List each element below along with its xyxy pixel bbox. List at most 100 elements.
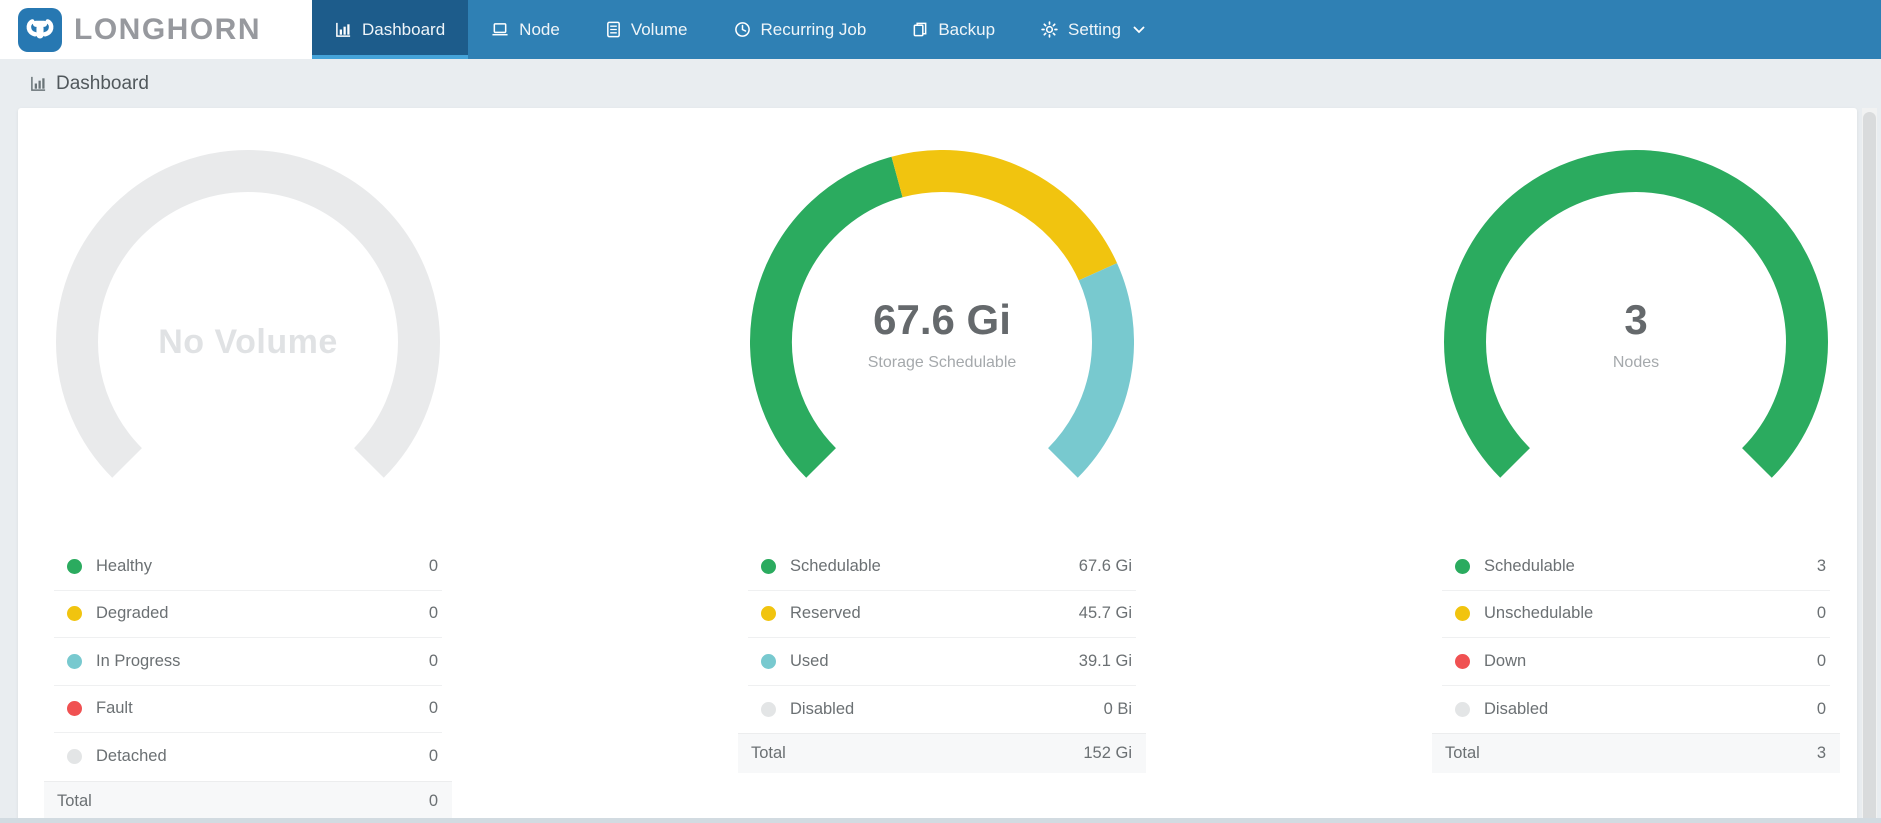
legend-dot-yellow xyxy=(1455,606,1470,622)
legend-label: Reserved xyxy=(790,604,861,623)
legend-dot-yellow xyxy=(67,606,82,622)
legend-value: 0 xyxy=(428,556,438,575)
legend-label: Schedulable xyxy=(790,556,881,575)
legend-dot-red xyxy=(1455,653,1470,669)
nav-item-label: Setting xyxy=(1068,19,1121,39)
legend-row-down: Down 0 xyxy=(1442,638,1830,686)
dashboard-main: No Volume Healthy 0 Degraded 0 In Progress 0 Fa… xyxy=(0,108,1881,823)
volume-gauge: No Volume xyxy=(56,150,440,534)
dashboard-card: No Volume Healthy 0 Degraded 0 In Progress 0 Fa… xyxy=(18,108,1857,823)
legend-label: Schedulable xyxy=(1484,556,1575,575)
legend-value: 0 xyxy=(428,604,438,623)
legend-label: Disabled xyxy=(790,699,855,718)
legend-value: 0 xyxy=(428,699,438,718)
legend-dot-green xyxy=(67,558,82,574)
bar-chart-icon xyxy=(30,75,47,92)
gauge-value: 3 xyxy=(1624,296,1648,343)
nav-item-volume[interactable]: Volume xyxy=(583,0,711,59)
legend-row-used: Used 39.1 Gi xyxy=(748,638,1136,686)
nodes-gauge: 3 Nodes xyxy=(1444,150,1828,534)
main-nav: Dashboard Node Volume Recurring Job Backup Se… xyxy=(312,0,1881,59)
legend-dot-teal xyxy=(67,653,82,669)
legend-label: Degraded xyxy=(96,604,169,623)
nav-item-label: Recurring Job xyxy=(760,19,867,39)
legend-row-disabled: Disabled 0 Bi xyxy=(748,686,1136,734)
total-label: Total xyxy=(57,791,92,810)
legend-row-in-progress: In Progress 0 xyxy=(54,638,442,686)
nodes-chart-column: 3 Nodes Schedulable 3 Unschedulable 0 Down 0 Dis… xyxy=(1432,150,1840,823)
volume-legend: Healthy 0 Degraded 0 In Progress 0 Fault 0 Detac… xyxy=(44,543,452,821)
legend-label: Down xyxy=(1484,651,1527,670)
legend-dot-gray xyxy=(761,701,776,717)
legend-row-disabled: Disabled 0 xyxy=(1442,686,1830,734)
laptop-icon xyxy=(491,21,509,38)
longhorn-logo[interactable]: LONGHORN xyxy=(0,0,312,59)
total-value: 0 xyxy=(428,791,438,810)
bar-chart-icon xyxy=(335,21,352,38)
server-icon xyxy=(606,21,621,38)
copy-icon xyxy=(912,21,928,38)
legend-dot-gray xyxy=(67,749,82,765)
legend-label: Used xyxy=(790,651,829,670)
legend-row-fault: Fault 0 xyxy=(54,686,442,733)
legend-dot-green xyxy=(761,558,776,574)
nav-item-recurring-job[interactable]: Recurring Job xyxy=(711,0,890,59)
legend-label: Healthy xyxy=(96,556,152,575)
nav-item-label: Dashboard xyxy=(362,19,446,39)
storage-gauge: 67.6 Gi Storage Schedulable xyxy=(750,150,1134,534)
nav-item-label: Volume xyxy=(630,19,688,39)
legend-dot-yellow xyxy=(761,606,776,622)
legend-value: 0 xyxy=(428,747,438,766)
storage-chart-column: 67.6 Gi Storage Schedulable Schedulable 67.… xyxy=(738,150,1146,823)
legend-row-unschedulable: Unschedulable 0 xyxy=(1442,591,1830,638)
total-value: 152 Gi xyxy=(1083,744,1132,762)
volume-chart-column: No Volume Healthy 0 Degraded 0 In Progress 0 Fa… xyxy=(44,150,452,823)
total-value: 3 xyxy=(1816,744,1826,762)
legend-total-row: Total 3 xyxy=(1432,733,1840,773)
clock-icon xyxy=(734,21,751,38)
scrollbar-thumb[interactable] xyxy=(1863,112,1876,823)
nav-item-node[interactable]: Node xyxy=(468,0,583,59)
nav-item-backup[interactable]: Backup xyxy=(889,0,1018,59)
legend-row-detached: Detached 0 xyxy=(54,733,442,781)
gear-icon xyxy=(1041,21,1058,38)
legend-label: Fault xyxy=(96,699,133,718)
legend-row-degraded: Degraded 0 xyxy=(54,591,442,638)
nav-item-label: Node xyxy=(519,19,560,39)
gauge-empty-label: No Volume xyxy=(158,323,338,361)
legend-dot-gray xyxy=(1455,701,1470,717)
gauge-label: Storage Schedulable xyxy=(867,354,1017,371)
legend-value: 0 xyxy=(428,651,438,670)
gauge-center: 3 Nodes xyxy=(1444,299,1828,372)
nav-item-setting[interactable]: Setting xyxy=(1018,0,1168,59)
breadcrumb: Dashboard xyxy=(0,59,1881,108)
total-label: Total xyxy=(751,744,786,762)
nodes-legend: Schedulable 3 Unschedulable 0 Down 0 Disabled 0… xyxy=(1432,543,1840,773)
storage-legend: Schedulable 67.6 Gi Reserved 45.7 Gi Used 39.… xyxy=(738,543,1146,773)
legend-row-schedulable: Schedulable 67.6 Gi xyxy=(748,543,1136,591)
legend-label: Disabled xyxy=(1484,699,1549,718)
top-nav-bar: LONGHORN Dashboard Node Volume Recurring Jo… xyxy=(0,0,1881,59)
legend-dot-red xyxy=(67,701,82,717)
legend-total-row: Total 152 Gi xyxy=(738,733,1146,773)
legend-dot-teal xyxy=(761,653,776,669)
nav-item-dashboard[interactable]: Dashboard xyxy=(312,0,469,59)
legend-value: 3 xyxy=(1816,556,1826,575)
gauge-label: Nodes xyxy=(1612,354,1660,371)
legend-value: 39.1 Gi xyxy=(1078,651,1132,670)
legend-value: 45.7 Gi xyxy=(1078,604,1132,623)
legend-row-schedulable: Schedulable 3 xyxy=(1442,543,1830,591)
legend-row-healthy: Healthy 0 xyxy=(54,543,442,591)
scrollbar-track[interactable] xyxy=(1862,108,1877,823)
legend-label: Unschedulable xyxy=(1484,604,1594,623)
legend-value: 0 xyxy=(1816,604,1826,623)
gauge-center: 67.6 Gi Storage Schedulable xyxy=(750,299,1134,372)
page-title: Dashboard xyxy=(56,72,149,94)
legend-label: Detached xyxy=(96,747,167,766)
legend-value: 0 xyxy=(1816,699,1826,718)
legend-row-reserved: Reserved 45.7 Gi xyxy=(748,591,1136,638)
bottom-edge-divider xyxy=(0,818,1881,823)
gauge-value: 67.6 Gi xyxy=(873,296,1011,343)
legend-value: 67.6 Gi xyxy=(1078,556,1132,575)
brand-name: LONGHORN xyxy=(74,12,261,46)
